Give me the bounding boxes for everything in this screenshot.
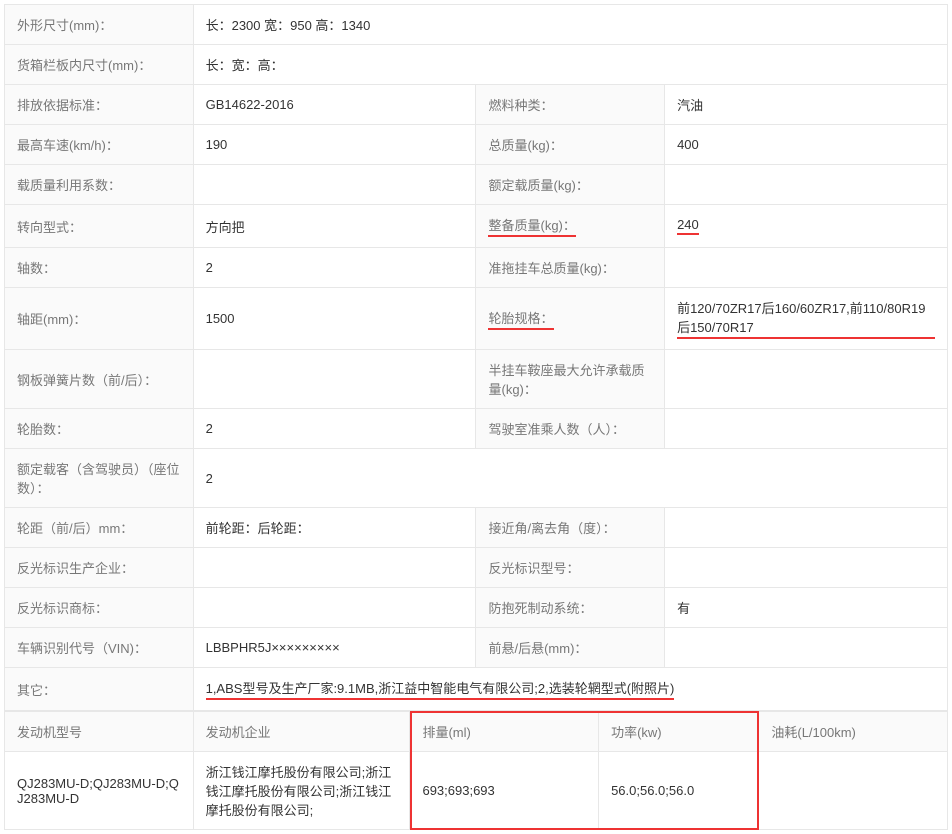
label-abs: 防抱死制动系统： [476, 588, 665, 628]
label-other: 其它： [5, 668, 194, 711]
engine-header-row: 发动机型号 发动机企业 排量(ml) 功率(kw) 油耗(L/100km) [5, 712, 948, 752]
label-loadratio: 载质量利用系数： [5, 165, 194, 205]
label-trailer: 准拖挂车总质量(kg)： [476, 248, 665, 288]
value-wheelbase: 1500 [193, 288, 476, 350]
value-approach [665, 508, 948, 548]
engine-data-row: QJ283MU-D;QJ283MU-D;QJ283MU-D 浙江钱江摩托股份有限… [5, 752, 948, 830]
table-row: 车辆识别代号（VIN)： LBBPHR5J××××××××× 前悬/后悬(mm)… [5, 628, 948, 668]
value-axles: 2 [193, 248, 476, 288]
value-steer: 方向把 [193, 205, 476, 248]
value-curb: 240 [665, 205, 948, 248]
h-model: 发动机型号 [5, 712, 194, 752]
table-row: 轴距(mm)： 1500 轮胎规格： 前120/70ZR17后160/60ZR1… [5, 288, 948, 350]
label-wheelbase: 轴距(mm)： [5, 288, 194, 350]
table-row: 其它： 1,ABS型号及生产厂家:9.1MB,浙江益中智能电气有限公司;2,选装… [5, 668, 948, 711]
label-pax: 额定载客（含驾驶员）（座位数）： [5, 449, 194, 508]
table-row: 轮胎数： 2 驾驶室准乘人数（人）： [5, 409, 948, 449]
table-row: 额定载客（含驾驶员）（座位数）： 2 [5, 449, 948, 508]
value-tirecount: 2 [193, 409, 476, 449]
table-row: 钢板弹簧片数（前/后）： 半挂车鞍座最大允许承载质量(kg)： [5, 350, 948, 409]
value-reflmaker [193, 548, 476, 588]
table-row: 转向型式： 方向把 整备质量(kg)： 240 [5, 205, 948, 248]
table-row: 最高车速(km/h)： 190 总质量(kg)： 400 [5, 125, 948, 165]
value-spring [193, 350, 476, 409]
value-loadratio [193, 165, 476, 205]
value-tire: 前120/70ZR17后160/60ZR17,前110/80R19后150/70… [665, 288, 948, 350]
table-row: 反光标识生产企业： 反光标识型号： [5, 548, 948, 588]
value-emission: GB14622-2016 [193, 85, 476, 125]
table-row: 排放依据标准： GB14622-2016 燃料种类： 汽油 [5, 85, 948, 125]
value-rated [665, 165, 948, 205]
value-cabseats [665, 409, 948, 449]
table-row: 货箱栏板内尺寸(mm)： 长：宽：高： [5, 45, 948, 85]
value-trailer [665, 248, 948, 288]
engine-maker: 浙江钱江摩托股份有限公司;浙江钱江摩托股份有限公司;浙江钱江摩托股份有限公司; [193, 752, 410, 830]
label-track: 轮距（前/后）mm： [5, 508, 194, 548]
table-row: 外形尺寸(mm)： 长：2300 宽：950 高：1340 [5, 5, 948, 45]
label-cabseats: 驾驶室准乘人数（人）： [476, 409, 665, 449]
value-dim: 长：2300 宽：950 高：1340 [193, 5, 947, 45]
label-tire: 轮胎规格： [476, 288, 665, 350]
engine-fuel [759, 752, 948, 830]
value-saddle [665, 350, 948, 409]
label-overhang: 前悬/后悬(mm)： [476, 628, 665, 668]
value-overhang [665, 628, 948, 668]
h-maker: 发动机企业 [193, 712, 410, 752]
label-reflmodel: 反光标识型号： [476, 548, 665, 588]
value-vin: LBBPHR5J××××××××× [193, 628, 476, 668]
label-gross: 总质量(kg)： [476, 125, 665, 165]
value-fuel: 汽油 [665, 85, 948, 125]
value-cargo: 长：宽：高： [193, 45, 947, 85]
value-gross: 400 [665, 125, 948, 165]
label-saddle: 半挂车鞍座最大允许承载质量(kg)： [476, 350, 665, 409]
value-pax: 2 [193, 449, 947, 508]
label-approach: 接近角/离去角（度）： [476, 508, 665, 548]
table-row: 轴数： 2 准拖挂车总质量(kg)： [5, 248, 948, 288]
engine-model: QJ283MU-D;QJ283MU-D;QJ283MU-D [5, 752, 194, 830]
spec-table: 外形尺寸(mm)： 长：2300 宽：950 高：1340 货箱栏板内尺寸(mm… [4, 4, 948, 711]
engine-disp: 693;693;693 [410, 752, 599, 830]
label-tirecount: 轮胎数： [5, 409, 194, 449]
h-disp: 排量(ml) [410, 712, 599, 752]
value-abs: 有 [665, 588, 948, 628]
label-spring: 钢板弹簧片数（前/后）： [5, 350, 194, 409]
value-track: 前轮距：后轮距： [193, 508, 476, 548]
h-power: 功率(kw) [599, 712, 759, 752]
table-row: 载质量利用系数： 额定载质量(kg)： [5, 165, 948, 205]
label-topspeed: 最高车速(km/h)： [5, 125, 194, 165]
table-row: 反光标识商标： 防抱死制动系统： 有 [5, 588, 948, 628]
label-vin: 车辆识别代号（VIN)： [5, 628, 194, 668]
label-curb: 整备质量(kg)： [476, 205, 665, 248]
value-reflmodel [665, 548, 948, 588]
table-row: 轮距（前/后）mm： 前轮距：后轮距： 接近角/离去角（度）： [5, 508, 948, 548]
label-fuel: 燃料种类： [476, 85, 665, 125]
engine-power: 56.0;56.0;56.0 [599, 752, 759, 830]
label-refltm: 反光标识商标： [5, 588, 194, 628]
label-rated: 额定载质量(kg)： [476, 165, 665, 205]
label-dim: 外形尺寸(mm)： [5, 5, 194, 45]
label-reflmaker: 反光标识生产企业： [5, 548, 194, 588]
label-emission: 排放依据标准： [5, 85, 194, 125]
value-other: 1,ABS型号及生产厂家:9.1MB,浙江益中智能电气有限公司;2,选装轮辋型式… [193, 668, 947, 711]
label-cargo: 货箱栏板内尺寸(mm)： [5, 45, 194, 85]
label-steer: 转向型式： [5, 205, 194, 248]
value-topspeed: 190 [193, 125, 476, 165]
value-refltm [193, 588, 476, 628]
h-fuel: 油耗(L/100km) [759, 712, 948, 752]
label-axles: 轴数： [5, 248, 194, 288]
